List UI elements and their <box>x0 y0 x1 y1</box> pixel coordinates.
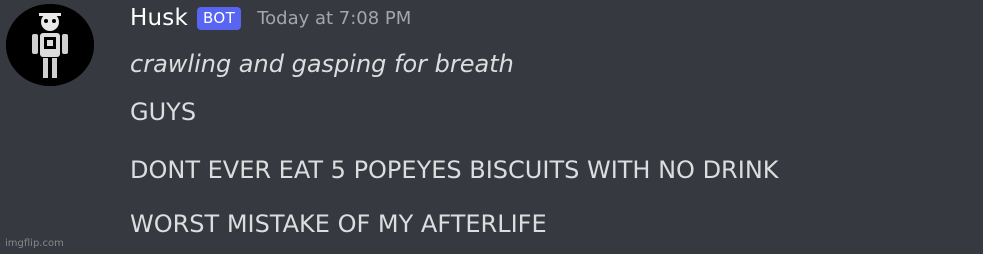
avatar[interactable] <box>6 4 94 86</box>
message-line: GUYS <box>130 98 197 126</box>
bot-badge: BOT <box>196 6 242 30</box>
skeleton-figure-icon <box>6 4 94 86</box>
message-timestamp: Today at 7:08 PM <box>257 7 412 29</box>
message-line: WORST MISTAKE OF MY AFTERLIFE <box>130 210 547 238</box>
watermark: imgflip.com <box>5 238 64 249</box>
author-name[interactable]: Husk <box>130 5 188 31</box>
chat-message: Husk BOT Today at 7:08 PM crawling and g… <box>0 0 983 254</box>
message-header: Husk BOT Today at 7:08 PM <box>130 2 411 34</box>
message-line: DONT EVER EAT 5 POPEYES BISCUITS WITH NO… <box>130 156 779 184</box>
message-line: crawling and gasping for breath <box>130 50 514 78</box>
